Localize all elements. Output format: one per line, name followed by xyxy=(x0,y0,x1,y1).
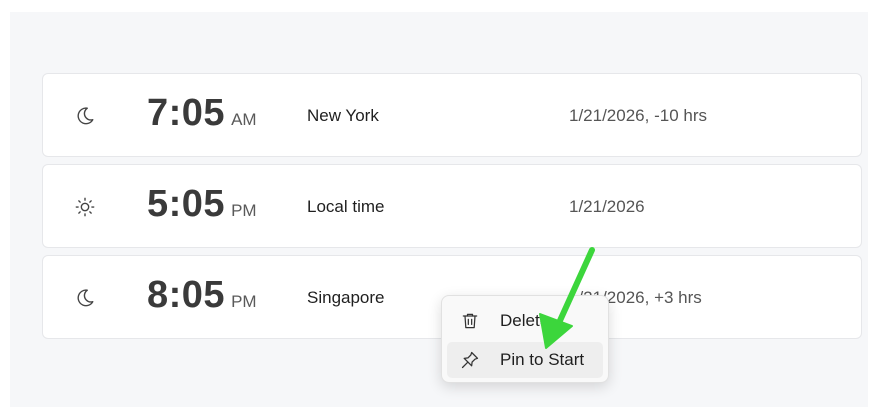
menu-item-label: Pin to Start xyxy=(500,350,585,369)
sun-icon xyxy=(73,195,97,219)
time-period: PM xyxy=(231,292,257,311)
moon-icon xyxy=(73,286,97,310)
clock-time: 8:05 PM xyxy=(147,274,287,317)
pin-to-start-menu-item[interactable]: Pin to Start xyxy=(447,342,603,378)
delete-menu-item[interactable]: Delete xyxy=(447,303,603,339)
menu-item-label: Delete xyxy=(500,311,550,330)
time-value: 5:05 xyxy=(147,183,226,225)
clock-time: 7:05 AM xyxy=(147,92,287,135)
time-period: AM xyxy=(231,110,257,129)
pin-icon xyxy=(459,349,481,371)
world-clock-page: 7:05 AM New York 1/21/2026, -10 hrs 5:05… xyxy=(0,0,870,407)
city-name: Local time xyxy=(307,197,385,216)
city-name: New York xyxy=(307,106,379,125)
date-offset: 1/21/2026, -10 hrs xyxy=(569,106,707,125)
city-name: Singapore xyxy=(307,288,385,307)
clock-card-new-york[interactable]: 7:05 AM New York 1/21/2026, -10 hrs xyxy=(42,73,862,157)
context-menu: Delete Pin to Start xyxy=(441,295,609,383)
time-value: 7:05 xyxy=(147,92,226,134)
date-offset: 1/21/2026 xyxy=(569,197,645,216)
time-period: PM xyxy=(231,201,257,220)
moon-icon xyxy=(73,104,97,128)
clock-time: 5:05 PM xyxy=(147,183,287,226)
clock-card-local-time[interactable]: 5:05 PM Local time 1/21/2026 xyxy=(42,164,862,248)
trash-icon xyxy=(459,310,481,332)
time-value: 8:05 xyxy=(147,274,226,316)
